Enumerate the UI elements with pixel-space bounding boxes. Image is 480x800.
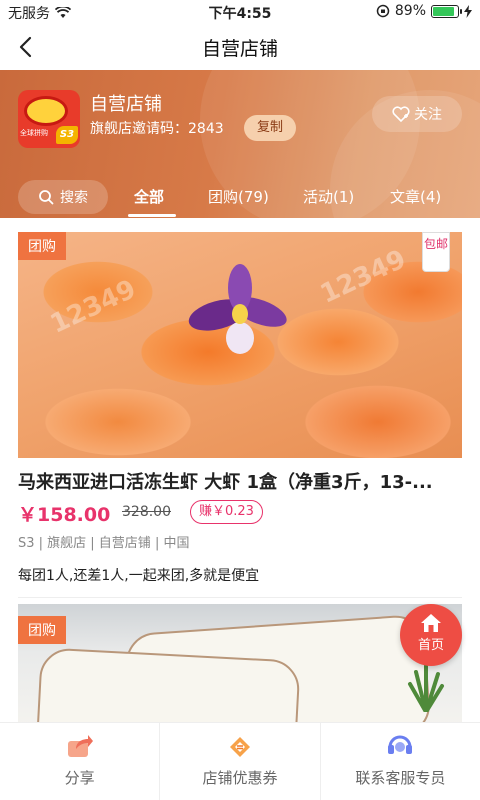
product-title[interactable]: 马来西亚进口活冻生虾 大虾 1盒（净重3斤，13-... (18, 468, 462, 494)
search-button[interactable]: 搜索 (18, 180, 108, 214)
product-card[interactable]: 团购 (18, 604, 462, 726)
search-icon (39, 190, 54, 205)
tab-articles[interactable]: 文章(4) (390, 186, 441, 207)
charging-icon (464, 4, 472, 18)
follow-label: 关注 (414, 107, 442, 123)
divider (18, 597, 462, 598)
product-tags: S3 | 旗舰店 | 自营店铺 | 中国 (18, 536, 190, 551)
search-label: 搜索 (60, 190, 88, 206)
customer-service-button[interactable]: 联系客服专员 (321, 723, 480, 800)
store-tabs: 搜索 全部 团购(79) 活动(1) 文章(4) (0, 180, 480, 218)
product-card[interactable]: 12349 12349 团购 包邮 马来西亚进口活冻生虾 大虾 1盒（净重3斤，… (18, 232, 462, 598)
coupons-label: 店铺优惠券 (202, 769, 278, 787)
store-coupons-button[interactable]: 店铺优惠券 (160, 723, 321, 800)
group-buy-badge: 团购 (18, 616, 66, 644)
tab-all[interactable]: 全部 (134, 186, 164, 207)
battery-icon (431, 4, 462, 18)
status-bar: 无服务 下午4:55 89% (0, 0, 480, 24)
nav-bar: 自营店铺 (0, 24, 480, 70)
store-logo: 全球拼购 S3 (18, 90, 80, 148)
tab-activities[interactable]: 活动(1) (303, 186, 354, 207)
share-button[interactable]: 分享 (0, 723, 161, 800)
store-name: 自营店铺 (90, 94, 162, 115)
share-icon (67, 735, 93, 757)
active-tab-indicator (128, 214, 176, 217)
product-image[interactable]: 团购 (18, 604, 462, 726)
share-label: 分享 (64, 769, 95, 787)
service-label: 联系客服专员 (355, 769, 446, 787)
product-description: 每团1人,还差1人,一起来团,多就是便宜 (18, 568, 260, 584)
coupon-icon (229, 737, 250, 757)
store-logo-badge: S3 (56, 126, 78, 144)
tab-group-buy[interactable]: 团购(79) (208, 186, 269, 207)
headset-icon (388, 735, 413, 754)
home-button[interactable]: 首页 (400, 604, 462, 666)
group-buy-badge: 团购 (18, 232, 66, 260)
copy-button[interactable]: 复制 (244, 115, 296, 141)
free-shipping-badge: 包邮 (422, 232, 450, 272)
home-icon (421, 614, 441, 632)
original-price: 328.00 (122, 504, 171, 520)
follow-button[interactable]: 关注 (372, 96, 462, 132)
orientation-lock-icon (376, 4, 390, 18)
store-logo-text: 全球拼购 (20, 129, 48, 137)
earn-badge: 赚￥0.23 (190, 500, 263, 524)
battery-percent: 89% (394, 3, 426, 19)
home-label: 首页 (417, 638, 444, 653)
product-image[interactable]: 12349 12349 团购 包邮 (18, 232, 462, 458)
orchid-garnish (188, 264, 287, 354)
heart-plus-icon (392, 106, 410, 122)
invite-code: 旗舰店邀请码：2843 (90, 121, 224, 137)
plant-decoration (408, 664, 444, 712)
store-header: 全球拼购 S3 自营店铺 旗舰店邀请码：2843 复制 关注 搜索 全部 团购(… (0, 70, 480, 218)
page-title: 自营店铺 (201, 38, 278, 60)
product-price: ￥158.00 (18, 504, 111, 526)
bottom-action-bar: 分享 店铺优惠券 联系客服专员 (0, 722, 480, 800)
